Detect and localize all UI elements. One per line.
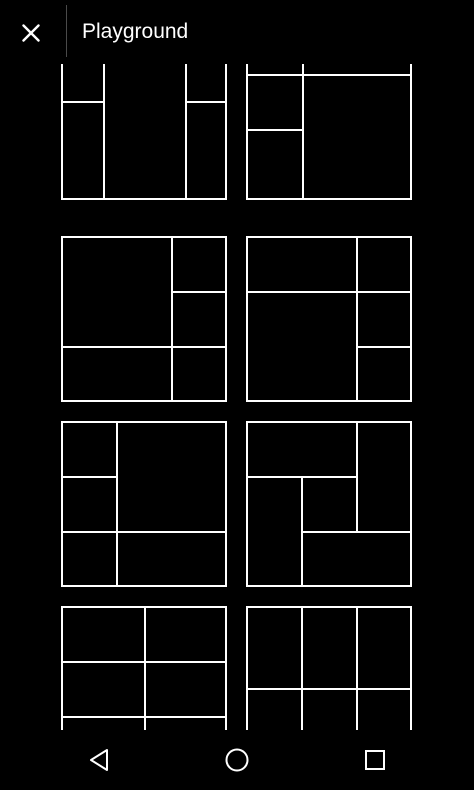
grid-line	[301, 531, 410, 533]
grid-line	[248, 476, 358, 478]
close-icon	[22, 24, 40, 42]
grid-line	[116, 423, 118, 585]
layout-tile[interactable]	[246, 606, 412, 730]
back-button[interactable]	[79, 740, 119, 780]
grid-line	[248, 74, 412, 76]
system-nav-bar	[0, 730, 474, 790]
grid-line	[185, 64, 187, 198]
layout-tile[interactable]	[61, 421, 227, 587]
grid-line	[63, 531, 225, 533]
layout-tile[interactable]	[61, 64, 227, 200]
grid-line	[187, 101, 227, 103]
grid-line	[356, 238, 358, 400]
grid-line	[144, 608, 146, 730]
grid-line	[103, 64, 105, 198]
layout-tile[interactable]	[246, 236, 412, 402]
grid-line	[63, 476, 116, 478]
grid-line	[248, 291, 410, 293]
app-bar: Playground	[0, 0, 474, 64]
grid-line	[301, 608, 303, 730]
layout-tile[interactable]	[61, 236, 227, 402]
grid-line	[248, 688, 410, 690]
layout-tile[interactable]	[61, 606, 227, 730]
triangle-back-icon	[90, 749, 108, 771]
home-button[interactable]	[217, 740, 257, 780]
grid-line	[63, 346, 225, 348]
circle-home-icon	[225, 748, 249, 772]
grid-line	[63, 716, 225, 718]
app-bar-divider	[66, 5, 67, 57]
layout-tile[interactable]	[246, 421, 412, 587]
grid-line	[248, 129, 302, 131]
grid-line	[63, 661, 225, 663]
recents-button[interactable]	[355, 740, 395, 780]
square-recents-icon	[365, 750, 385, 770]
layout-tile[interactable]	[246, 64, 412, 200]
grid-line	[356, 608, 358, 730]
grid-line	[173, 291, 225, 293]
close-button[interactable]	[14, 16, 48, 50]
grid-line	[302, 64, 304, 198]
grid-line	[171, 238, 173, 400]
layout-grid[interactable]	[0, 64, 474, 730]
grid-line	[358, 346, 410, 348]
page-title: Playground	[82, 20, 189, 43]
grid-line	[63, 101, 103, 103]
